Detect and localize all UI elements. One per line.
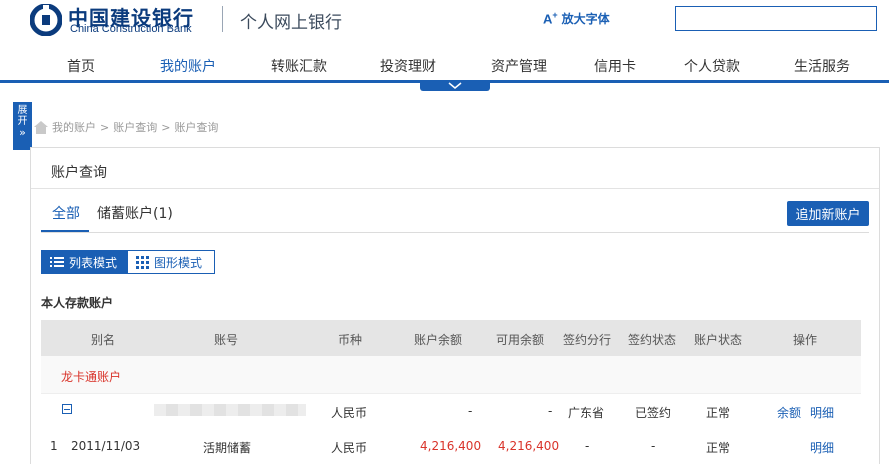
side-tab-text-1: 展: [17, 105, 28, 116]
nav-item-loans[interactable]: 个人贷款: [684, 56, 740, 76]
account-cell: 活期储蓄: [203, 441, 252, 455]
list-icon: [50, 257, 64, 267]
zoom-font-label: 放大字体: [561, 12, 610, 26]
section-title: 本人存款账户: [41, 296, 114, 310]
nav-item-credit-card[interactable]: 信用卡: [594, 56, 636, 76]
account-status-cell: 正常: [706, 406, 731, 420]
header-search-input[interactable]: [675, 6, 877, 31]
alias-cell: 2011/11/03: [71, 439, 141, 453]
column-header: 账户余额: [414, 333, 463, 347]
sign-status-cell: 已签约: [635, 406, 672, 420]
grid-mode-button[interactable]: 图形模式: [128, 251, 214, 273]
nav-item-my-account[interactable]: 我的账户: [160, 56, 216, 76]
nav-item-assets[interactable]: 资产管理: [491, 56, 547, 76]
balance-link[interactable]: 余额: [777, 404, 801, 421]
account-status-cell: 正常: [706, 441, 731, 455]
panel-title: 账户查询: [51, 165, 107, 181]
view-mode-toggle: 列表模式 图形模式: [41, 250, 215, 274]
add-account-button[interactable]: 追加新账户: [787, 201, 869, 226]
list-mode-label: 列表模式: [69, 255, 118, 270]
tab-all[interactable]: 全部: [52, 203, 80, 223]
collapse-icon[interactable]: [62, 404, 72, 414]
nav-item-investment[interactable]: 投资理财: [380, 56, 436, 76]
header-divider: [222, 6, 223, 32]
column-header: 签约状态: [628, 333, 677, 347]
zoom-font-button[interactable]: A+ 放大字体: [543, 10, 610, 27]
breadcrumb: 我的账户 > 账户查询 > 账户查询: [34, 119, 218, 135]
balance-cell: 4,216,400: [420, 439, 482, 453]
column-header: 别名: [91, 333, 116, 347]
double-chevron-right-icon: »: [19, 126, 26, 139]
row-index-cell: 1: [50, 439, 58, 453]
column-header: 签约分行: [563, 333, 612, 347]
nav-item-life-services[interactable]: 生活服务: [794, 56, 850, 76]
zoom-font-icon: A+: [543, 10, 558, 27]
account-group-label: 龙卡通账户: [61, 370, 122, 384]
account-query-panel: 账户查询 全部 储蓄账户(1) 追加新账户 列表模式 图形模式 本人存款账户 别…: [30, 147, 880, 464]
divider: [31, 188, 879, 189]
branch-cell: -: [585, 439, 590, 453]
breadcrumb-current: 账户查询: [174, 121, 219, 134]
main-nav: 首页 我的账户 转账汇款 投资理财 资产管理 信用卡 个人贷款 生活服务: [0, 52, 889, 82]
account-group-row: 龙卡通账户: [41, 356, 861, 394]
tab-savings[interactable]: 储蓄账户(1): [97, 203, 173, 223]
list-mode-button[interactable]: 列表模式: [42, 251, 128, 273]
breadcrumb-separator: >: [161, 120, 171, 134]
currency-cell: 人民币: [331, 406, 368, 420]
home-icon: [34, 120, 48, 134]
branch-cell: 广东省: [568, 406, 605, 420]
column-header: 账号: [214, 333, 239, 347]
grid-icon: [136, 255, 149, 269]
nav-collapse-toggle[interactable]: [420, 80, 490, 91]
available-cell: 4,216,400: [498, 439, 560, 453]
masked-account-number: [154, 404, 306, 416]
available-cell: -: [548, 404, 553, 418]
grid-mode-label: 图形模式: [154, 255, 203, 270]
expand-side-tab[interactable]: 展 开 »: [13, 102, 32, 150]
column-header: 币种: [338, 333, 363, 347]
breadcrumb-my-account[interactable]: 我的账户: [52, 119, 96, 135]
ccb-logo-icon: [30, 4, 62, 36]
sign-status-cell: -: [651, 439, 656, 453]
balance-cell: -: [468, 404, 473, 418]
column-header: 操作: [793, 333, 818, 347]
details-link[interactable]: 明细: [810, 404, 834, 421]
column-header: 账户状态: [694, 333, 743, 347]
currency-cell: 人民币: [331, 441, 368, 455]
breadcrumb-separator: >: [100, 120, 110, 134]
nav-item-home[interactable]: 首页: [67, 56, 95, 76]
table-header: 别名 账号 币种 账户余额 可用余额 签约分行 签约状态 账户状态 操作: [41, 320, 861, 356]
column-header: 可用余额: [496, 333, 545, 347]
bank-name-en: China Construction Bank: [70, 23, 192, 35]
details-link[interactable]: 明细: [810, 439, 834, 456]
breadcrumb-account-query[interactable]: 账户查询: [113, 119, 157, 135]
nav-item-transfer[interactable]: 转账汇款: [271, 56, 327, 76]
site-title: 个人网上银行: [240, 13, 342, 33]
chevron-down-icon: [448, 82, 462, 89]
divider: [41, 232, 869, 233]
